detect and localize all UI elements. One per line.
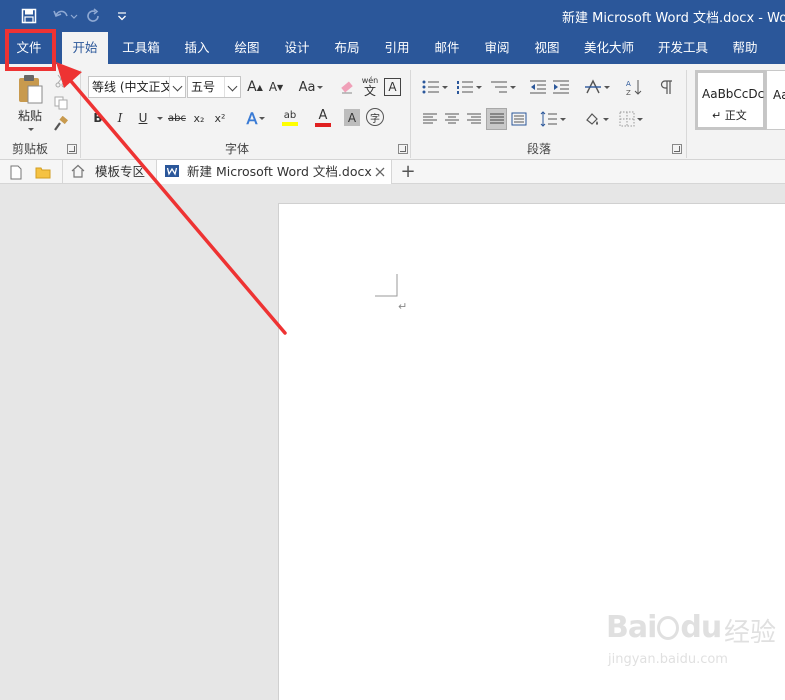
arrow-shaft <box>68 78 287 335</box>
arrow-head-icon <box>56 62 82 88</box>
annotation-arrow <box>56 62 287 335</box>
